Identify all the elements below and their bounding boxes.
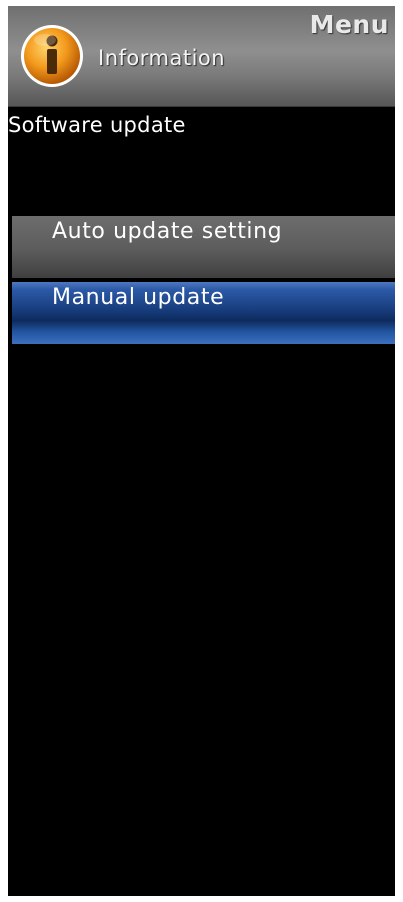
menu-list: Auto update setting Manual update: [12, 216, 395, 344]
menu-item-label: Manual update: [52, 285, 225, 310]
menu-header: Information Menu: [8, 6, 395, 107]
page-title: Software update: [8, 113, 186, 137]
tv-menu-screen: Information Menu Software update Auto up…: [8, 6, 395, 896]
info-icon: [20, 24, 84, 88]
menu-item-label: Auto update setting: [52, 219, 283, 244]
menu-item-auto-update-setting[interactable]: Auto update setting: [12, 216, 395, 278]
information-label: Information: [98, 46, 226, 70]
menu-item-manual-update[interactable]: Manual update: [12, 282, 395, 344]
menu-label: Menu: [309, 10, 389, 39]
